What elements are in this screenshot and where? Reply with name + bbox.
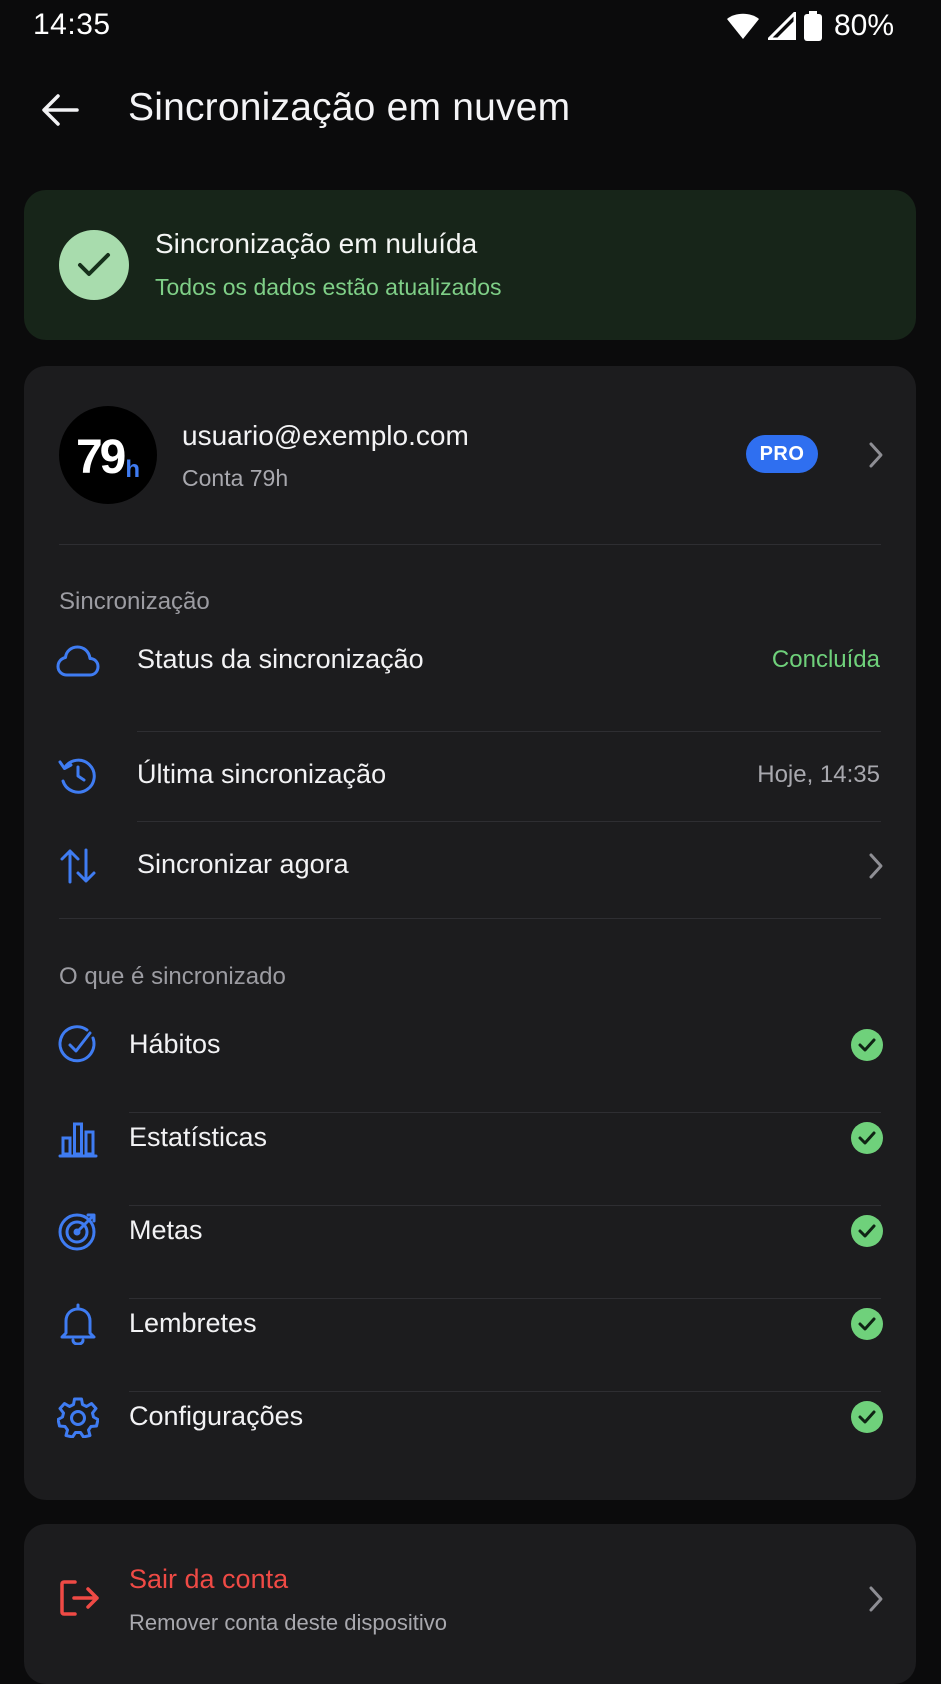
- row-label: Estatísticas: [129, 1122, 268, 1152]
- section-label-sync: Sincronização: [59, 588, 210, 615]
- avatar: 79 h: [59, 406, 157, 504]
- status-bar: 14:35 80%: [0, 0, 941, 52]
- banner-subtitle: Todos os dados estão atualizados: [155, 274, 502, 300]
- row-label: Metas: [129, 1215, 203, 1245]
- chevron-right-icon: [864, 1584, 888, 1614]
- synced-check-icon: [851, 1401, 883, 1433]
- synced-check-icon: [851, 1215, 883, 1247]
- synced-item-statistics: Estatísticas: [24, 1092, 916, 1184]
- row-label: Hábitos: [129, 1029, 221, 1059]
- divider: [59, 544, 881, 545]
- sync-settings-card: 79 h usuario@exemplo.com Conta 79h PRO Si…: [24, 366, 916, 1500]
- synced-item-settings: Configurações: [24, 1371, 916, 1463]
- gear-icon: [54, 1393, 102, 1441]
- sync-status-banner: Sincronização em nuluída Todos os dados …: [24, 190, 916, 340]
- logout-button[interactable]: Sair da conta Remover conta deste dispos…: [24, 1524, 916, 1684]
- row-label: Configurações: [129, 1401, 304, 1431]
- back-button[interactable]: [36, 88, 84, 136]
- row-label: Status da sincronização: [137, 644, 424, 674]
- synced-item-goals: Metas: [24, 1185, 916, 1277]
- battery-icon: [803, 11, 822, 41]
- account-row[interactable]: 79 h usuario@exemplo.com Conta 79h PRO: [24, 366, 916, 544]
- sync-status-value: Concluída: [771, 646, 880, 673]
- history-icon: [54, 752, 102, 800]
- battery-percent: 80%: [833, 9, 894, 42]
- logout-subtitle: Remover conta deste dispositivo: [129, 1610, 447, 1635]
- bell-icon: [54, 1300, 102, 1348]
- avatar-logo-number: 79: [75, 431, 126, 484]
- sync-now-button[interactable]: Sincronizar agora: [24, 821, 916, 911]
- synced-item-reminders: Lembretes: [24, 1278, 916, 1370]
- account-email: usuario@exemplo.com: [182, 420, 469, 451]
- chevron-right-icon: [864, 440, 888, 470]
- last-sync-value: Hoje, 14:35: [757, 761, 880, 788]
- bar-chart-icon: [54, 1114, 102, 1162]
- account-type: Conta 79h: [182, 465, 289, 491]
- row-label: Última sincronização: [137, 759, 387, 789]
- habit-check-icon: [54, 1021, 102, 1069]
- row-label: Sincronizar agora: [137, 849, 349, 879]
- page-title: Sincronização em nuvem: [128, 86, 571, 129]
- synced-check-icon: [851, 1308, 883, 1340]
- check-circle-icon: [59, 230, 129, 300]
- row-last-sync: Última sincronização Hoje, 14:35: [24, 731, 916, 821]
- logout-title: Sair da conta: [129, 1564, 289, 1594]
- status-icons: 80%: [726, 8, 894, 44]
- avatar-logo-suffix: h: [125, 456, 141, 483]
- pro-badge: PRO: [746, 435, 818, 473]
- synced-check-icon: [851, 1029, 883, 1061]
- divider: [59, 918, 881, 919]
- synced-item-habits: Hábitos: [24, 999, 916, 1091]
- chevron-right-icon: [864, 851, 888, 881]
- synced-check-icon: [851, 1122, 883, 1154]
- status-time: 14:35: [33, 8, 111, 41]
- signal-icon: [767, 12, 796, 40]
- section-label-synced: O que é sincronizado: [59, 963, 286, 990]
- row-sync-status[interactable]: Status da sincronização Concluída: [24, 616, 916, 706]
- banner-title: Sincronização em nuluída: [155, 228, 478, 259]
- wifi-icon: [726, 12, 760, 40]
- arrow-left-icon: [41, 93, 79, 132]
- row-label: Lembretes: [129, 1308, 257, 1338]
- logout-icon: [56, 1574, 104, 1622]
- target-icon: [54, 1207, 102, 1255]
- sync-arrows-icon: [54, 842, 102, 890]
- cloud-icon: [54, 637, 102, 685]
